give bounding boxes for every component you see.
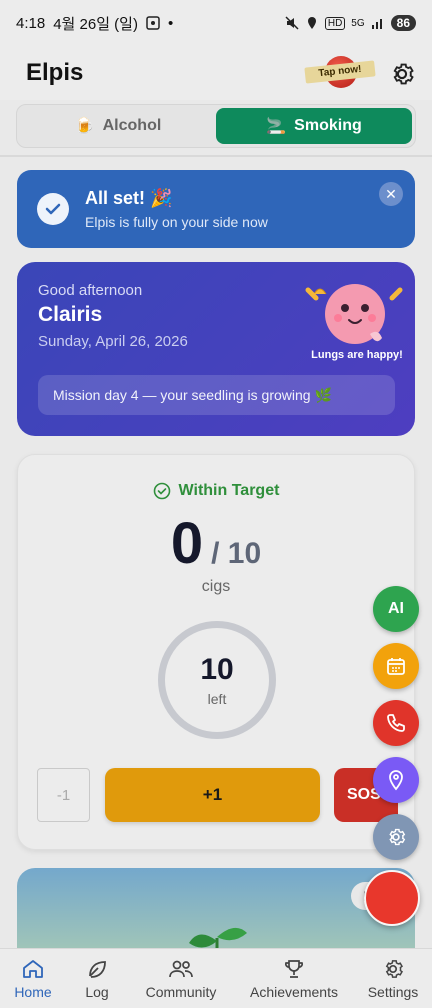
check-circle-icon: [153, 482, 170, 500]
nav-log-label: Log: [85, 984, 109, 1000]
mission-banner[interactable]: Mission day 4 — your seedling is growing…: [38, 375, 395, 415]
calendar-button[interactable]: [373, 643, 419, 689]
status-bar: 4:18 4월 26일 (일) • HD 5G 86: [0, 0, 432, 46]
nav-achievements-label: Achievements: [250, 984, 338, 1000]
cigarette-counter-card: Within Target 0 / 10 cigs 10 left -1 +1 …: [17, 454, 415, 850]
tab-smoking[interactable]: 🚬 Smoking: [216, 108, 412, 144]
banner-subtitle: Elpis is fully on your side now: [85, 214, 268, 230]
increment-button[interactable]: +1: [105, 768, 320, 822]
tab-alcohol-label: Alcohol: [102, 117, 162, 134]
status-date: 4월 26일 (일): [53, 15, 138, 33]
app-header: Elpis Tap now!: [0, 46, 432, 100]
gear-icon: [385, 960, 403, 978]
screenshot-icon: [146, 16, 160, 30]
tap-now-button[interactable]: Tap now!: [304, 56, 376, 90]
nav-community[interactable]: Community: [128, 949, 234, 1008]
header-divider: [0, 155, 432, 157]
greeting-card: Good afternoon Clairis Sunday, April 26,…: [17, 262, 415, 436]
mode-switch: 🍺 Alcohol 🚬 Smoking: [16, 104, 416, 148]
all-set-banner: All set! 🎉 Elpis is fully on your side n…: [17, 170, 415, 248]
network-indicator: 5G: [351, 17, 365, 29]
check-icon: [37, 193, 69, 225]
nav-settings-label: Settings: [367, 984, 419, 1000]
nav-home[interactable]: Home: [0, 949, 66, 1008]
remaining-ring: 10 left: [158, 621, 276, 739]
calendar-icon: [387, 658, 405, 675]
decrement-button[interactable]: -1: [37, 768, 90, 822]
mascot-caption: Lungs are happy!: [311, 349, 403, 361]
gear-icon: [393, 63, 414, 85]
nav-settings[interactable]: Settings: [354, 949, 432, 1008]
banner-close-button[interactable]: ✕: [379, 182, 403, 206]
target-status: Within Target: [18, 482, 414, 500]
banner-title: All set! 🎉: [85, 188, 173, 208]
target-status-label: Within Target: [178, 482, 280, 499]
location-icon: [305, 16, 319, 30]
seedling-card[interactable]: L: [17, 868, 415, 958]
lungs-mascot-icon: [302, 276, 412, 376]
home-icon: [23, 960, 43, 978]
hd-indicator: HD: [324, 16, 346, 30]
signal-icon: [371, 16, 385, 30]
target-count: / 10: [211, 537, 262, 570]
phone-icon: [387, 714, 405, 732]
mute-icon: [285, 16, 299, 30]
nav-log[interactable]: Log: [66, 949, 128, 1008]
main-fab-button[interactable]: [364, 870, 420, 926]
bottom-nav: Home Log Community Achievements Settings: [0, 948, 432, 1008]
count-unit: cigs: [201, 578, 231, 595]
nav-achievements[interactable]: Achievements: [234, 949, 354, 1008]
gear-icon: [389, 828, 406, 846]
battery-level: 86: [390, 15, 416, 31]
tab-smoking-label: Smoking: [294, 117, 362, 134]
location-button[interactable]: [373, 757, 419, 803]
count-display: 0 / 10: [18, 510, 414, 577]
nav-home-label: Home: [14, 984, 52, 1000]
beer-icon: 🍺: [74, 118, 95, 135]
cigarette-icon: 🚬: [266, 118, 287, 135]
trophy-icon: [284, 960, 304, 978]
close-icon: ✕: [385, 186, 397, 202]
tab-alcohol[interactable]: 🍺 Alcohol: [20, 108, 216, 144]
fab-settings-button[interactable]: [373, 814, 419, 860]
ai-assistant-button[interactable]: AI: [373, 586, 419, 632]
status-time: 4:18: [16, 14, 46, 32]
status-dot: •: [167, 14, 174, 32]
call-button[interactable]: [373, 700, 419, 746]
remaining-label: left: [207, 691, 227, 707]
ai-label: AI: [388, 600, 404, 617]
people-icon: [169, 960, 193, 978]
remaining-count: 10: [200, 653, 234, 686]
app-title: Elpis: [26, 59, 84, 86]
nav-community-label: Community: [145, 984, 217, 1000]
current-count: 0: [170, 511, 204, 576]
leaf-icon: [89, 961, 106, 978]
map-pin-icon: [389, 770, 403, 791]
settings-gear-button[interactable]: [388, 60, 416, 88]
